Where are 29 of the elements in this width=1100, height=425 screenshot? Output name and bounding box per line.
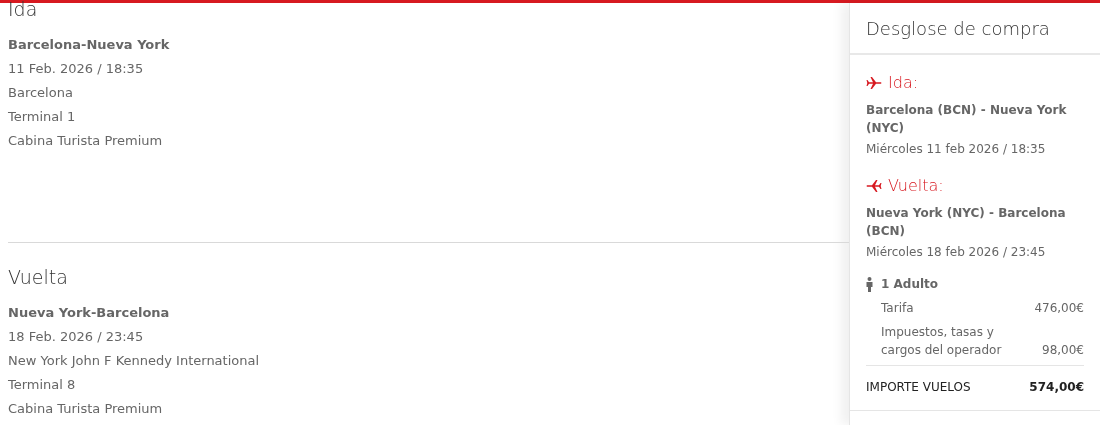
- flight-detail: Barcelona: [8, 84, 73, 102]
- flight-detail: 11 Feb. 2026 / 18:35: [8, 60, 144, 78]
- leg-route: Nueva York (NYC) - Barcelona (BCN): [866, 205, 1067, 240]
- leg-datetime: Miércoles 18 feb 2026 / 23:45: [866, 244, 1046, 261]
- flight-detail: Cabina Turista Premium: [8, 132, 163, 150]
- flight-detail: Terminal 8: [8, 376, 76, 394]
- charge-label: Impuestos, tasas y cargos del operador: [881, 324, 1003, 359]
- charge-label: Tarifa: [881, 300, 915, 317]
- passenger-count: 1 Adulto: [881, 276, 939, 293]
- flight-detail: 18 Feb. 2026 / 23:45: [8, 328, 144, 346]
- route-title: Nueva York-Barcelona: [8, 304, 170, 322]
- plane-icon: [866, 76, 882, 90]
- leg-label: Ida:: [888, 72, 919, 94]
- flight-detail: New York John F Kennedy International: [8, 352, 260, 370]
- route-title: Barcelona-Nueva York: [8, 36, 170, 54]
- charge-amount: 98,00€: [1042, 342, 1084, 359]
- panel-title: Desglose de compra: [866, 16, 1050, 41]
- section-heading: Vuelta: [8, 265, 68, 290]
- section-heading: Ida: [8, 0, 38, 22]
- charge-amount: 476,00€: [1034, 300, 1084, 317]
- flight-detail: Terminal 1: [8, 108, 76, 126]
- flight-detail: Cabina Turista Premium: [8, 400, 163, 418]
- person-icon: [866, 276, 873, 292]
- leg-route: Barcelona (BCN) - Nueva York (NYC): [866, 102, 1068, 137]
- leg-label: Vuelta:: [888, 175, 944, 197]
- total-label: IMPORTE VUELOS: [866, 379, 971, 396]
- leg-datetime: Miércoles 11 feb 2026 / 18:35: [866, 141, 1046, 158]
- total-amount: 574,00€: [1029, 379, 1084, 396]
- plane-icon: [866, 179, 882, 193]
